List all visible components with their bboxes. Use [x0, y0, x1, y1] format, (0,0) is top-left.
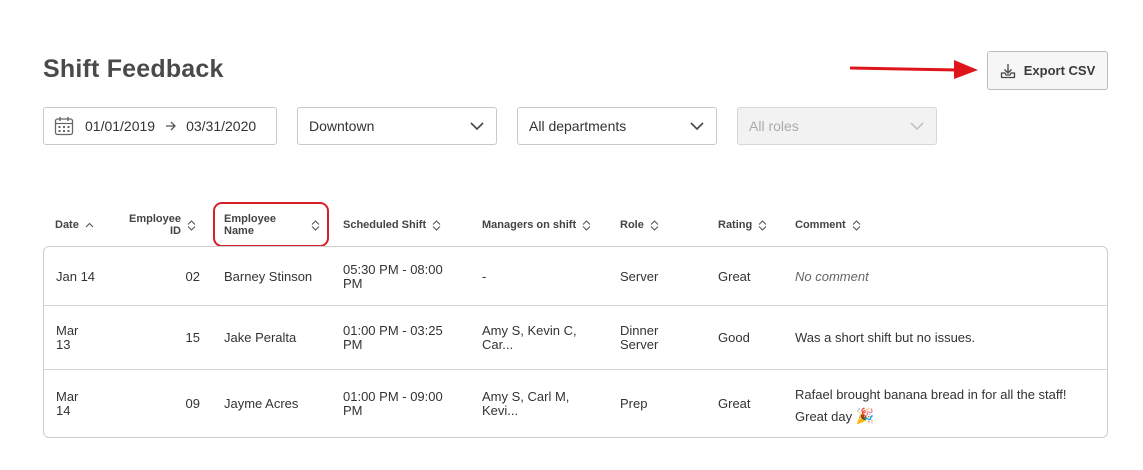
- cell-employee-name: Jake Peralta: [224, 330, 297, 345]
- chevron-down-icon: [690, 121, 704, 130]
- sort-icon: [432, 219, 441, 231]
- cell-employee-id: 02: [185, 269, 200, 284]
- cell-scheduled-shift: 01:00 PM - 09:00 PM: [343, 389, 443, 418]
- cell-comment: Rafael brought banana bread in for all t…: [795, 387, 1067, 425]
- cell-role: Prep: [620, 396, 648, 411]
- calendar-icon: [54, 117, 74, 136]
- cell-role: Dinner Server: [620, 323, 659, 352]
- cell-employee-name: Jayme Acres: [224, 396, 299, 411]
- cell-managers: -: [482, 269, 487, 284]
- cell-date: Mar 13: [56, 323, 79, 352]
- sort-ascending-icon: [85, 222, 94, 227]
- header-employee-name[interactable]: Employee Name: [224, 213, 320, 237]
- header-comment[interactable]: Comment: [795, 219, 861, 231]
- page-title: Shift Feedback: [43, 55, 224, 83]
- cell-employee-name: Barney Stinson: [224, 269, 313, 284]
- cell-managers: Amy S, Carl M, Kevi...: [482, 389, 570, 418]
- header-employee-id[interactable]: Employee ID: [129, 213, 196, 237]
- export-csv-button[interactable]: Export CSV: [987, 51, 1108, 90]
- cell-date: Jan 14: [56, 269, 96, 284]
- arrow-right-icon: [166, 121, 176, 131]
- table-row[interactable]: Jan 14 02 Barney Stinson 05:30 PM - 08:0…: [44, 247, 1107, 306]
- location-select[interactable]: Downtown: [297, 107, 497, 145]
- cell-comment: No comment: [795, 269, 869, 284]
- cell-employee-id: 09: [185, 396, 200, 411]
- party-popper-icon: 🎉: [855, 408, 875, 425]
- download-tray-icon: [1000, 63, 1015, 78]
- sort-icon: [582, 219, 591, 231]
- header-managers[interactable]: Managers on shift: [482, 219, 591, 231]
- date-range-picker[interactable]: 01/01/2019 03/31/2020: [43, 107, 277, 145]
- cell-rating: Great: [718, 396, 751, 411]
- cell-comment: Was a short shift but no issues.: [795, 330, 976, 345]
- sort-icon: [852, 219, 861, 231]
- cell-date: Mar 14: [56, 389, 79, 418]
- cell-rating: Good: [718, 330, 750, 345]
- feedback-table: Jan 14 02 Barney Stinson 05:30 PM - 08:0…: [43, 246, 1108, 438]
- header-rating[interactable]: Rating: [718, 219, 767, 231]
- table-row[interactable]: Mar 13 15 Jake Peralta 01:00 PM - 03:25 PM…: [44, 306, 1107, 370]
- department-select-value: All departments: [529, 118, 627, 134]
- header-date[interactable]: Date: [55, 219, 94, 231]
- cell-scheduled-shift: 01:00 PM - 03:25 PM: [343, 323, 443, 352]
- cell-scheduled-shift: 05:30 PM - 08:00 PM: [343, 262, 443, 291]
- sort-icon: [187, 219, 196, 231]
- role-select-placeholder: All roles: [749, 118, 799, 134]
- chevron-down-icon: [910, 121, 924, 130]
- sort-icon: [311, 219, 320, 231]
- header-role[interactable]: Role: [620, 219, 659, 231]
- location-select-value: Downtown: [309, 118, 375, 134]
- cell-rating: Great: [718, 269, 751, 284]
- export-csv-label: Export CSV: [1023, 63, 1096, 78]
- role-select[interactable]: All roles: [737, 107, 937, 145]
- sort-icon: [650, 219, 659, 231]
- table-row[interactable]: Mar 14 09 Jayme Acres 01:00 PM - 09:00 PM …: [44, 370, 1107, 437]
- annotation-arrow: [850, 60, 978, 79]
- chevron-down-icon: [470, 121, 484, 130]
- header-scheduled-shift[interactable]: Scheduled Shift: [343, 219, 441, 231]
- sort-icon: [758, 219, 767, 231]
- department-select[interactable]: All departments: [517, 107, 717, 145]
- date-start[interactable]: 01/01/2019: [85, 118, 155, 134]
- cell-employee-id: 15: [185, 330, 200, 345]
- date-end[interactable]: 03/31/2020: [186, 118, 256, 134]
- cell-managers: Amy S, Kevin C, Car...: [482, 323, 577, 352]
- cell-role: Server: [620, 269, 659, 284]
